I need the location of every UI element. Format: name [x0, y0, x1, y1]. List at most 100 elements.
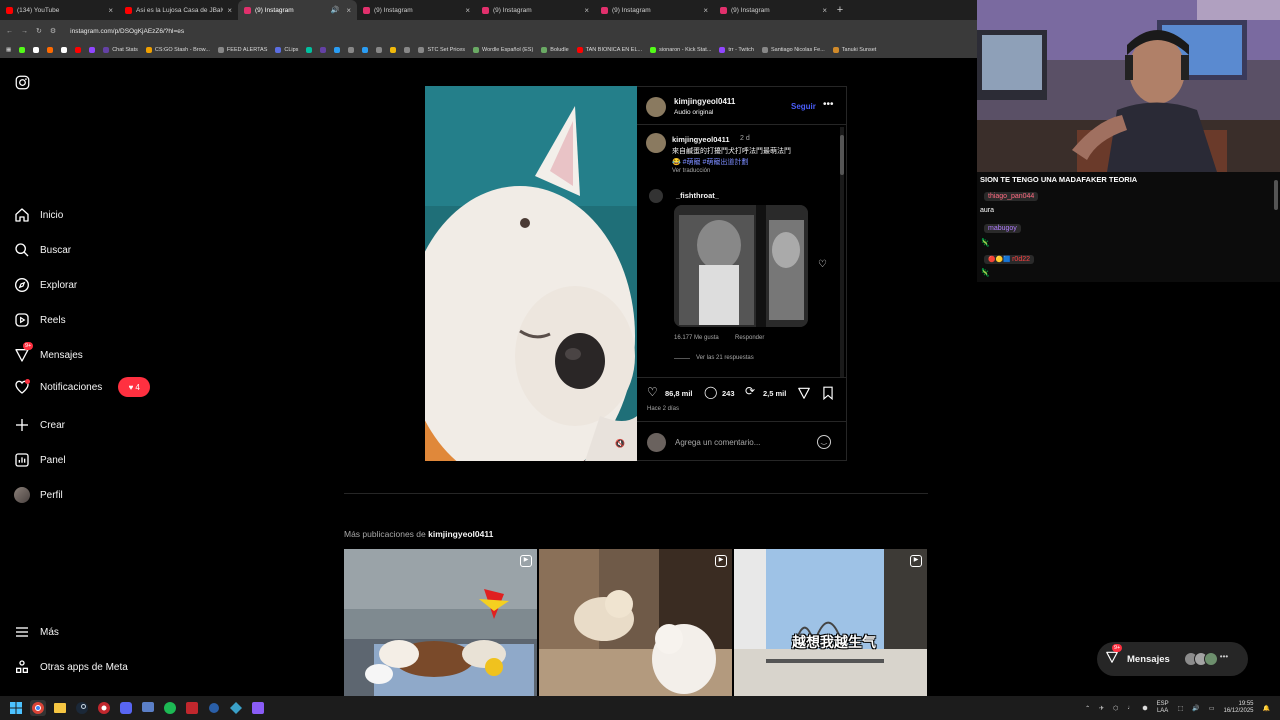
bookmark-icon[interactable] [47, 47, 54, 53]
commenter-avatar[interactable] [649, 189, 663, 203]
reload-icon[interactable]: ↻ [36, 27, 42, 35]
site-info-icon[interactable]: ⚙ [50, 27, 56, 35]
close-icon[interactable]: × [227, 6, 232, 15]
close-icon[interactable]: × [465, 6, 470, 15]
bookmark-kick-stats[interactable]: sionaron - Kick Stat... [650, 47, 711, 53]
tab-active[interactable]: (9) Instagram 🔊 × [238, 0, 357, 20]
nav-mas[interactable]: Más [14, 624, 59, 640]
bookmark-wordle[interactable]: Wordle Español (ES) [473, 47, 533, 53]
chrome-icon[interactable] [30, 700, 46, 716]
tab[interactable]: Asi es la Lujosa Casa de JBalvin × [119, 0, 238, 20]
mute-icon[interactable]: 🔇 [615, 439, 625, 448]
notification-bell-icon[interactable]: 🔔 [1263, 705, 1270, 712]
bookmark-chat-stats[interactable]: Chat Stats [103, 47, 138, 53]
bookmark-feed-alertas[interactable]: FEED ALERTAS [217, 47, 267, 53]
author-avatar[interactable] [646, 97, 666, 117]
discord-icon[interactable] [118, 700, 134, 716]
nav-mensajes[interactable]: 9+ Mensajes [14, 342, 83, 363]
close-icon[interactable]: × [822, 6, 827, 15]
bookmark-icon[interactable] [89, 47, 96, 53]
language-indicator[interactable]: ESP LAA [1157, 701, 1169, 715]
instagram-logo[interactable] [14, 74, 30, 90]
bookmark-icon[interactable] [320, 47, 327, 53]
more-post-thumbnail[interactable]: ▶ [344, 549, 537, 696]
chrome-red-icon[interactable] [96, 700, 112, 716]
bookmark-icon[interactable] [33, 47, 40, 53]
new-tab-button[interactable]: + [833, 0, 847, 20]
app-icon[interactable] [140, 700, 156, 716]
bookmark-stc-prices[interactable]: STC Set Prices [418, 47, 465, 53]
bookmark-santiago[interactable]: Santiago Nicolas Fe... [761, 47, 825, 53]
chat-scrollbar[interactable] [1274, 180, 1278, 210]
bookmark-icon[interactable] [306, 47, 313, 53]
caption-avatar[interactable] [646, 133, 666, 153]
nav-panel[interactable]: Panel [14, 452, 66, 468]
messages-pill[interactable]: 9+ Mensajes ••• [1097, 642, 1248, 676]
comment-input[interactable]: Agrega un comentario... [675, 438, 760, 447]
app-icon[interactable] [184, 700, 200, 716]
close-icon[interactable]: × [703, 6, 708, 15]
bookmark-icon[interactable] [19, 47, 26, 53]
windows-start-icon[interactable] [8, 700, 24, 716]
emoji-icon[interactable]: ‿ [817, 435, 831, 449]
nav-crear[interactable]: Crear [14, 417, 65, 433]
file-explorer-icon[interactable] [52, 700, 68, 716]
nav-otras-apps[interactable]: Otras apps de Meta [14, 659, 128, 675]
clock[interactable]: 19:55 16/12/2025 [1223, 701, 1253, 715]
save-icon[interactable] [822, 386, 834, 405]
post-audio[interactable]: Audio original [674, 109, 713, 116]
post-video[interactable]: 🔇 [425, 86, 637, 461]
translate-link[interactable]: Ver traducción [672, 168, 710, 174]
share-icon[interactable] [797, 386, 811, 405]
chevron-up-icon[interactable]: ⌃ [1085, 705, 1090, 712]
forward-icon[interactable]: → [21, 28, 28, 35]
likes-count[interactable]: 86,8 mil [665, 389, 693, 398]
more-post-thumbnail[interactable]: ▶ [539, 549, 732, 696]
like-icon[interactable]: ♡ [647, 385, 658, 399]
comment-user[interactable]: _fishthroat_ [676, 191, 719, 200]
tab[interactable]: (134) YouTube × [0, 0, 119, 20]
volume-icon[interactable]: 🔊 [1192, 705, 1199, 712]
close-icon[interactable]: × [584, 6, 589, 15]
speaker-icon[interactable]: 🔊 [331, 6, 340, 14]
comment-icon[interactable]: ◯ [704, 385, 717, 399]
comment-like-icon[interactable]: ♡ [818, 259, 827, 270]
nav-buscar[interactable]: Buscar [14, 242, 71, 258]
nav-explorar[interactable]: Explorar [14, 277, 77, 293]
bookmark-icon[interactable] [334, 47, 341, 53]
reply-button[interactable]: Responder [735, 335, 764, 341]
bookmark-tanuki-sunset[interactable]: Tanuki Sunset [832, 47, 876, 53]
bookmark-icon[interactable] [404, 47, 411, 53]
caption-author[interactable]: kimjingyeol0411 [672, 135, 730, 144]
app-icon[interactable] [250, 700, 266, 716]
battery-icon[interactable]: ▭ [1209, 705, 1215, 712]
bookmark-icon[interactable] [390, 47, 397, 53]
bookmark-boludle[interactable]: Boludle [541, 47, 569, 53]
comments-count[interactable]: 243 [722, 389, 735, 398]
steam-icon[interactable] [74, 700, 90, 716]
tab[interactable]: (9) Instagram × [595, 0, 714, 20]
follow-button[interactable]: Seguir [791, 102, 816, 111]
tab[interactable]: (9) Instagram × [357, 0, 476, 20]
more-posts-author[interactable]: kimjingyeol0411 [428, 529, 493, 539]
tray-icon[interactable]: ♩ [1127, 705, 1133, 711]
url-field[interactable]: instagram.com/p/DSOgKjAEzZ6/?hl=es [70, 28, 184, 35]
scrollbar[interactable] [840, 127, 844, 377]
tray-icon[interactable]: ⬡ [1113, 705, 1118, 712]
reposts-count[interactable]: 2,5 mil [763, 389, 786, 398]
tab[interactable]: (9) Instagram × [476, 0, 595, 20]
more-options-icon[interactable]: ••• [823, 99, 834, 110]
bookmark-csgo-stash[interactable]: CS:GO Stash - Brow... [145, 47, 210, 53]
bookmark-tan-bionica[interactable]: TAN BIONICA EN EL... [576, 47, 642, 53]
post-author[interactable]: kimjingyeol0411 [674, 97, 735, 106]
bookmark-icon[interactable] [348, 47, 355, 53]
spotify-icon[interactable] [162, 700, 178, 716]
tab[interactable]: (9) Instagram × [714, 0, 833, 20]
back-icon[interactable]: ← [6, 28, 13, 35]
app-icon[interactable] [228, 700, 244, 716]
close-icon[interactable]: × [346, 6, 351, 15]
app-icon[interactable] [206, 700, 222, 716]
close-icon[interactable]: × [108, 6, 113, 15]
bookmark-icon[interactable] [362, 47, 369, 53]
tray-icon[interactable]: ⬢ [1142, 705, 1147, 712]
